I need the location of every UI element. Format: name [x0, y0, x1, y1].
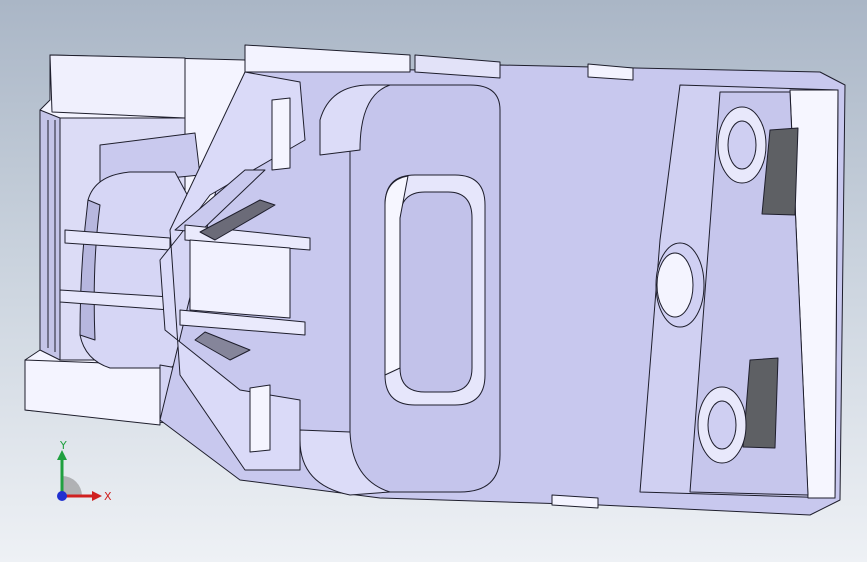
z-axis-dot: [57, 491, 67, 501]
oval-pocket-floor: [399, 191, 473, 393]
3d-model[interactable]: [0, 0, 867, 562]
left-housing-top: [49, 54, 186, 119]
x-axis-arrow: [92, 491, 102, 501]
plug-body: [79, 171, 191, 369]
bracket-inner-face: [189, 239, 291, 319]
top-flange: [244, 44, 411, 73]
y-axis-label: Y: [59, 439, 67, 452]
rib-upper: [271, 97, 291, 171]
top-slot: [587, 63, 634, 81]
x-axis-label: X: [104, 490, 112, 503]
coordinate-triad: Y X: [57, 439, 112, 503]
rib-lower: [249, 384, 271, 453]
left-housing-bottom: [24, 359, 161, 426]
screw-hole-upper-inner: [727, 120, 757, 170]
center-hole-inner: [656, 252, 694, 318]
left-housing-side: [39, 109, 61, 361]
screw-hole-lower-inner: [707, 400, 737, 450]
cad-viewport[interactable]: Y X: [0, 0, 867, 562]
